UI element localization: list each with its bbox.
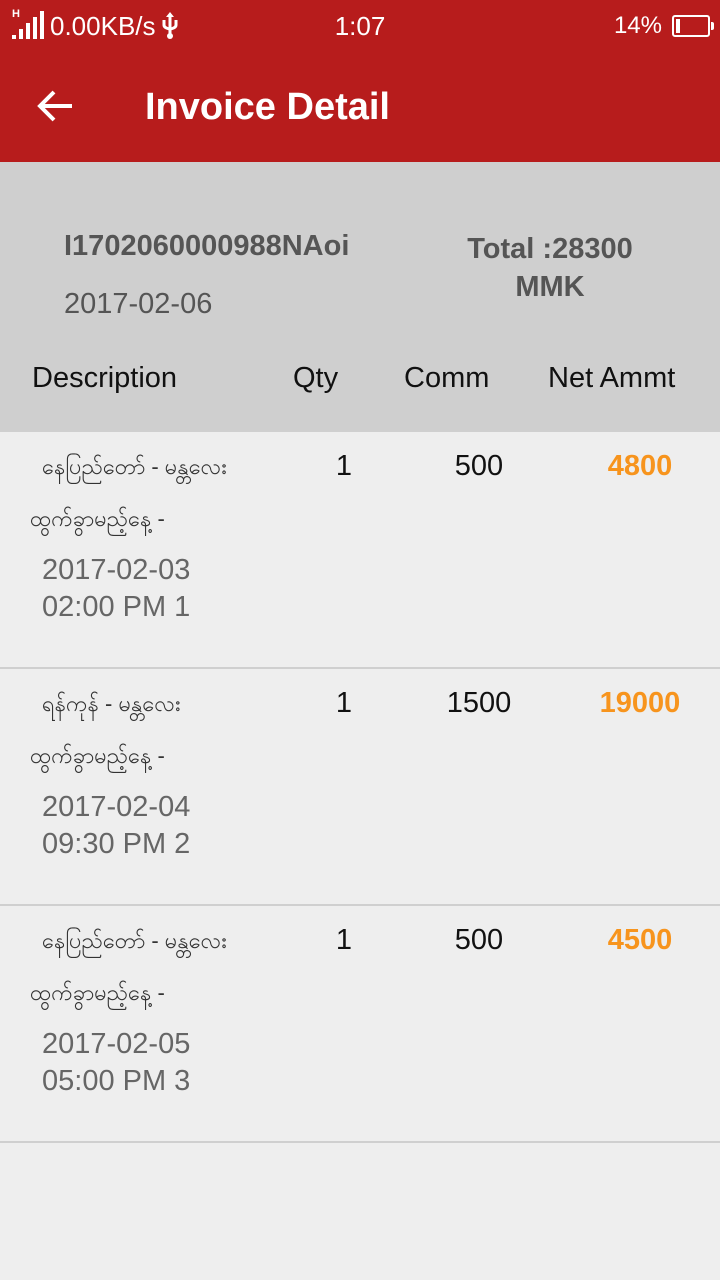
- status-right: 14%: [613, 10, 714, 42]
- column-header-description: Description: [32, 362, 178, 394]
- comm-value: 500: [454, 924, 504, 956]
- battery-icon: [672, 15, 714, 37]
- battery-level: [676, 19, 680, 33]
- column-header-qty: Qty: [293, 362, 339, 394]
- invoice-row: နေပြည်တော် - မန္တလေး ထွက်ခွာမည့်နေ့ - 20…: [0, 906, 720, 1143]
- net-amount: 4500: [607, 924, 673, 956]
- status-bar: H 0.00KB/s 1:07 14%: [0, 0, 720, 52]
- departure-label: ထွက်ခွာမည့်နေ့ -: [30, 743, 165, 768]
- route-label: နေပြည်တော် - မန္တလေး: [42, 928, 227, 953]
- departure-datetime: 2017-02-04 09:30 PM 2: [42, 791, 191, 860]
- column-header-comm: Comm: [404, 362, 490, 394]
- departure-datetime: 2017-02-05 05:00 PM 3: [42, 1028, 191, 1097]
- departure-label: ထွက်ခွာမည့်နေ့ -: [30, 506, 165, 531]
- invoice-row: ရန်ကုန် - မန္တလေး ထွက်ခွာမည့်နေ့ - 2017-…: [0, 669, 720, 906]
- invoice-date: 2017-02-06: [64, 288, 213, 320]
- net-amount: 4800: [607, 450, 673, 482]
- route-label: နေပြည်တော် - မန္တလေး: [42, 454, 227, 479]
- page-title: Invoice Detail: [145, 86, 390, 128]
- net-amount: 19000: [599, 687, 681, 719]
- comm-value: 1500: [446, 687, 512, 719]
- departure-label: ထွက်ခွာမည့်နေ့ -: [30, 980, 165, 1005]
- qty-value: 1: [335, 687, 353, 719]
- arrow-left-icon[interactable]: [32, 82, 80, 130]
- invoice-summary: I1702060000988NAoi 2017-02-06 Total :283…: [0, 162, 720, 432]
- column-header-net: Net Ammt: [548, 362, 676, 394]
- qty-value: 1: [335, 450, 353, 482]
- invoice-row: နေပြည်တော် - မန္တလေး ထွက်ခွာမည့်နေ့ - 20…: [0, 432, 720, 669]
- comm-value: 500: [454, 450, 504, 482]
- route-label: ရန်ကုန် - မန္တလေး: [42, 691, 181, 716]
- departure-datetime: 2017-02-03 02:00 PM 1: [42, 554, 191, 623]
- invoice-total: Total :28300 MMK: [467, 233, 633, 303]
- qty-value: 1: [335, 924, 353, 956]
- invoice-number: I1702060000988NAoi: [64, 230, 350, 262]
- app-toolbar: Invoice Detail: [0, 52, 720, 162]
- clock: 1:07: [334, 11, 386, 41]
- battery-percent: 14%: [613, 12, 662, 39]
